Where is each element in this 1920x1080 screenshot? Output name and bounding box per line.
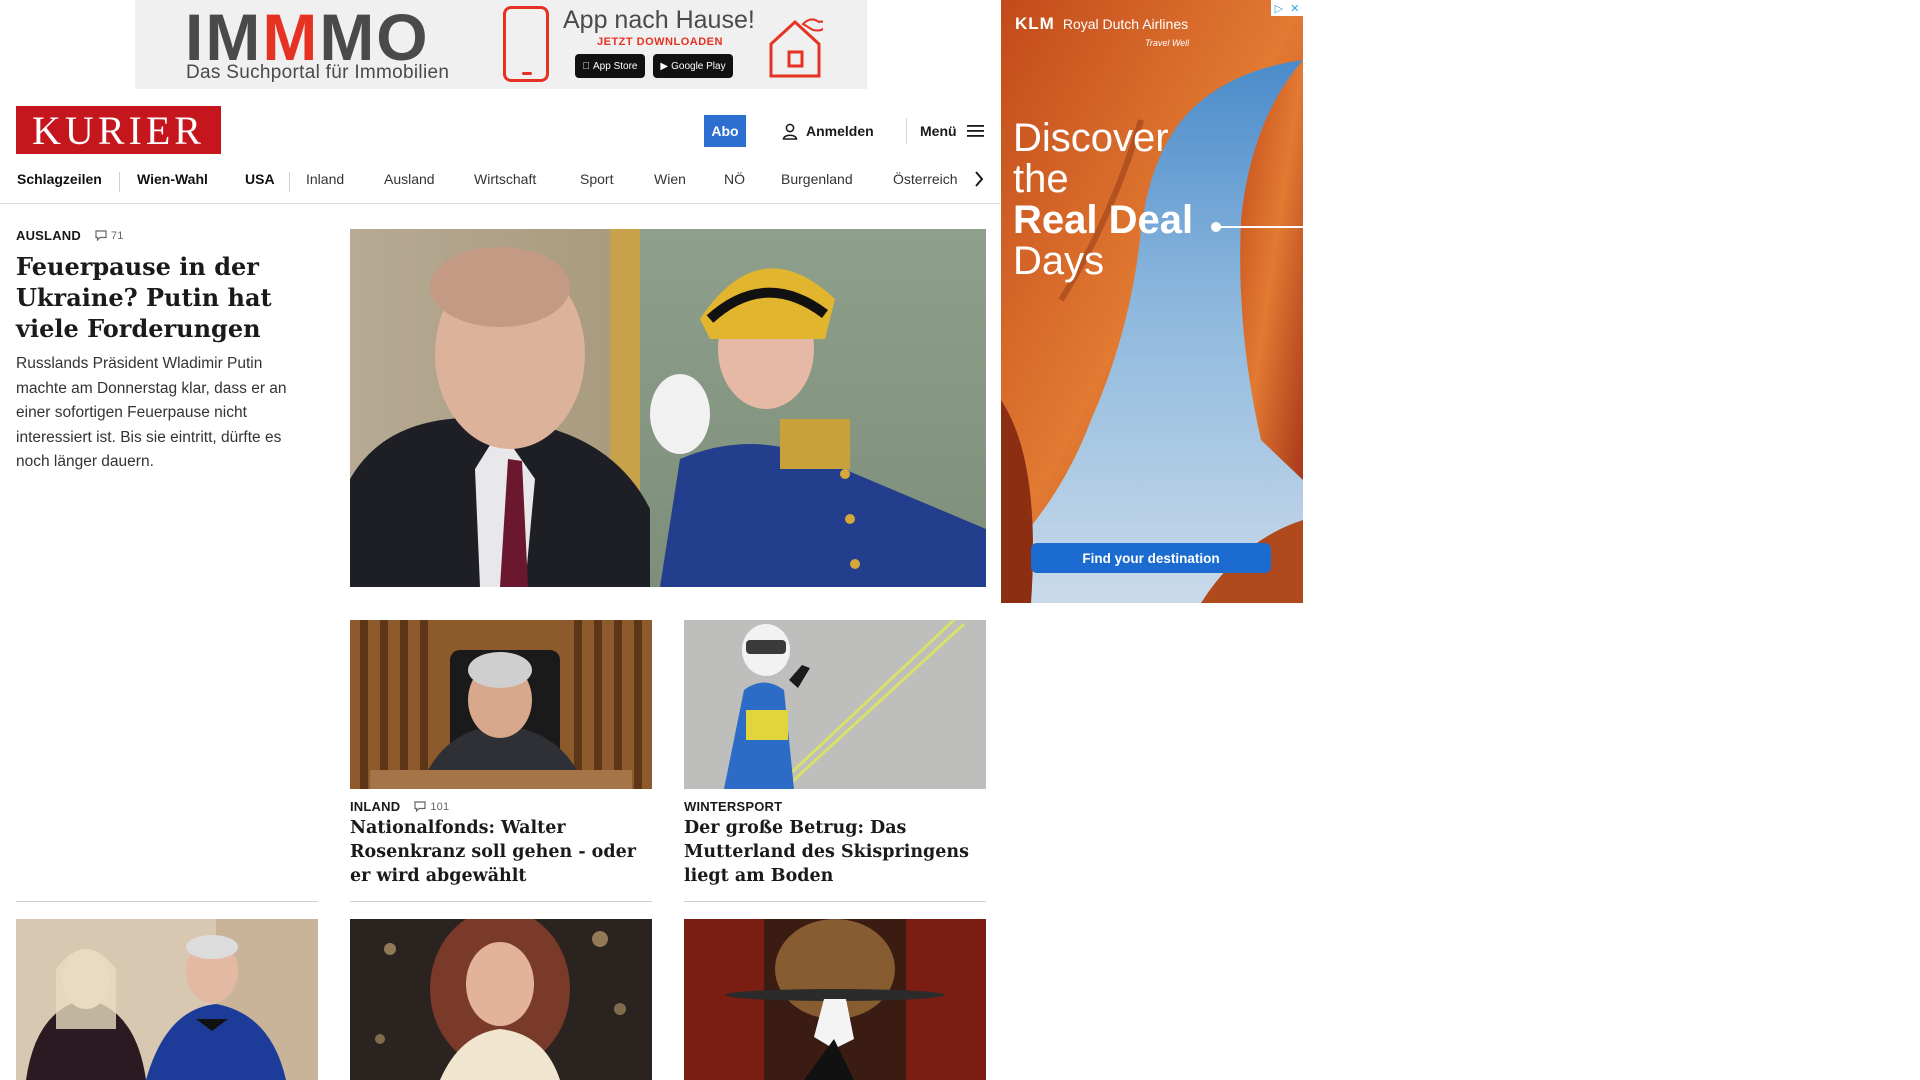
nav-item-wien-wahl[interactable]: Wien-Wahl [137, 166, 208, 204]
article-meta-inland: INLAND 101 [350, 799, 449, 814]
nav-separator [119, 172, 120, 192]
nav-item-sport[interactable]: Sport [580, 166, 613, 204]
immmo-tagline: Das Suchportal für Immobilien [186, 62, 450, 83]
putin-guard-photo [350, 229, 986, 587]
apple-icon:  [583, 61, 591, 72]
immmo-logo: IMMMO [185, 0, 430, 74]
phone-icon [503, 6, 549, 82]
comment-count[interactable]: 101 [414, 801, 449, 813]
find-destination-button[interactable]: Find your destination [1031, 543, 1271, 573]
article-image-rosenkranz[interactable] [350, 620, 652, 789]
category-label[interactable]: AUSLAND [16, 228, 81, 243]
article-image-singer[interactable] [350, 919, 652, 1080]
app-store-badge[interactable]:  App Store [575, 54, 645, 78]
header-divider [906, 118, 907, 144]
close-icon[interactable]: ✕ [1290, 2, 1299, 15]
app-ad-subtitle: JETZT DOWNLOADEN [597, 36, 723, 48]
hamburger-icon [966, 125, 984, 137]
article-image-skispringen[interactable] [684, 620, 986, 789]
nav-item-inland[interactable]: Inland [306, 166, 344, 204]
app-ad-title: App nach Hause! [563, 6, 755, 34]
google-play-badge[interactable]: ▶ Google Play [653, 54, 733, 78]
ad-choices-icon: ▷ [1274, 2, 1284, 15]
row-divider [16, 901, 318, 902]
abo-button[interactable]: Abo [704, 115, 746, 147]
comment-icon [414, 801, 426, 812]
chevron-right-icon [975, 171, 984, 187]
arch-landscape-image [1001, 0, 1303, 603]
nav-scroll-right[interactable] [970, 166, 988, 192]
menu-label: Menü [920, 123, 957, 139]
nav-item-wirtschaft[interactable]: Wirtschaft [474, 166, 536, 204]
row-divider [350, 901, 652, 902]
article-meta-wintersport: WINTERSPORT [684, 799, 782, 814]
nav-item-wien[interactable]: Wien [654, 166, 686, 204]
section-nav: Schlagzeilen Wien-Wahl USA Inland Auslan… [0, 166, 1000, 204]
user-icon [782, 123, 798, 140]
top-banner-ad[interactable]: IMMMO Das Suchportal für Immobilien App … [135, 0, 867, 89]
comment-icon [95, 230, 107, 241]
lead-article-teaser: Russlands Präsident Wladimir Putin macht… [16, 355, 287, 470]
couple-photo [16, 919, 318, 1080]
article-image-butler[interactable] [684, 919, 986, 1080]
nav-item-noe[interactable]: NÖ [724, 166, 745, 204]
lead-article-title[interactable]: Feuerpause in der Ukraine? Putin hat vie… [16, 251, 316, 344]
comment-count[interactable]: 71 [95, 230, 124, 242]
login-label: Anmelden [806, 123, 874, 139]
menu-button[interactable]: Menü [920, 118, 984, 144]
login-button[interactable]: Anmelden [782, 118, 874, 144]
article-image-lugner[interactable] [16, 919, 318, 1080]
lead-article-image[interactable] [350, 229, 986, 587]
lead-article-meta: AUSLAND 71 [16, 228, 124, 243]
google-play-icon: ▶ [660, 60, 669, 72]
nav-item-schlagzeilen[interactable]: Schlagzeilen [17, 166, 102, 204]
klm-tagline: Travel Well [1145, 38, 1190, 48]
nav-item-ausland[interactable]: Ausland [384, 166, 435, 204]
row-divider [684, 901, 986, 902]
nav-item-oesterreich[interactable]: Österreich [893, 166, 958, 204]
klm-logo: KLM [1015, 14, 1055, 33]
tray-photo [684, 919, 986, 1080]
rosenkranz-photo [350, 620, 652, 789]
article-title-rosenkranz[interactable]: Nationalfonds: Walter Rosenkranz soll ge… [350, 816, 655, 888]
house-icon [769, 18, 823, 78]
ski-jumper-photo [684, 620, 986, 789]
category-label[interactable]: INLAND [350, 799, 400, 814]
category-label[interactable]: WINTERSPORT [684, 799, 782, 814]
ad-headline: Discover the Real Deal Days [1013, 116, 1194, 283]
kurier-logo[interactable]: KURIER [16, 106, 221, 154]
ad-choices-badge[interactable]: ▷ ✕ [1271, 0, 1303, 16]
nav-item-usa[interactable]: USA [245, 166, 275, 204]
nav-item-burgenland[interactable]: Burgenland [781, 166, 853, 204]
ad-decoration-line [1217, 226, 1303, 228]
klm-header: KLM Royal Dutch Airlines [1015, 14, 1188, 34]
singer-photo [350, 919, 652, 1080]
nav-separator [289, 172, 290, 192]
side-ad-klm[interactable]: ▷ ✕ KLM Royal Dutch Airlines Travel Well… [1001, 0, 1303, 603]
article-title-skispringen[interactable]: Der große Betrug: Das Mutterland des Ski… [684, 816, 989, 888]
klm-airline-name: Royal Dutch Airlines [1062, 16, 1189, 32]
